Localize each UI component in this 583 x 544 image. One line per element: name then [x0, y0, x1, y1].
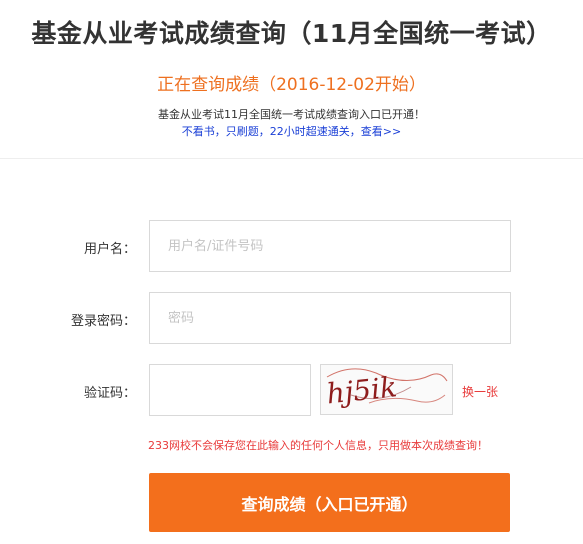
- captcha-label: 验证码：: [83, 386, 136, 401]
- query-status: 正在查询成绩（2016-12-02开始）: [157, 75, 426, 95]
- password-input[interactable]: [149, 292, 511, 344]
- captcha-input[interactable]: [149, 364, 311, 416]
- promo-link[interactable]: 不看书，只刷题，22小时超速通关，查看>>: [0, 123, 583, 139]
- username-input[interactable]: [149, 220, 511, 272]
- query-score-button[interactable]: 查询成绩（入口已开通）: [149, 473, 510, 532]
- password-label: 登录密码：: [70, 314, 136, 329]
- page-title: 基金从业考试成绩查询（11月全国统一考试）: [31, 19, 552, 48]
- captcha-text: hj5ik: [325, 370, 399, 410]
- captcha-glyphs-icon: hj5ik: [325, 368, 448, 410]
- open-notice: 基金从业考试11月全国统一考试成绩查询入口已开通！: [158, 108, 425, 121]
- username-label: 用户名：: [83, 242, 136, 257]
- refresh-captcha-link[interactable]: 换一张: [462, 383, 498, 400]
- privacy-notice: 233网校不会保存您在此输入的任何个人信息，只用做本次成绩查询！: [148, 439, 488, 452]
- captcha-image[interactable]: hj5ik: [320, 364, 453, 415]
- divider: [0, 158, 583, 159]
